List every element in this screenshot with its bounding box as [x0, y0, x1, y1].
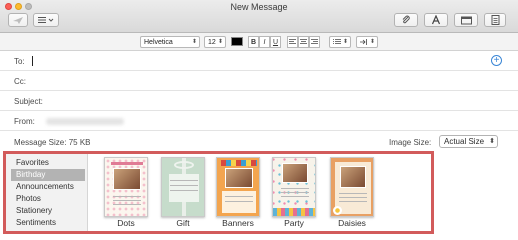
bold-button[interactable]: B [248, 36, 259, 48]
to-field[interactable]: To: + [0, 51, 518, 71]
send-button[interactable] [8, 13, 28, 27]
category-birthday[interactable]: Birthday [11, 169, 85, 181]
text-line [113, 200, 141, 201]
cc-label: Cc: [14, 77, 26, 86]
font-size-value: 12 [208, 38, 216, 46]
text-line [281, 192, 309, 193]
template-photo [282, 163, 308, 183]
template-banners[interactable] [216, 157, 260, 217]
chevron-updown-icon: ⬍ [217, 39, 223, 45]
stationery-button[interactable] [484, 13, 506, 27]
text-line [225, 196, 253, 197]
stationery-icon [491, 15, 499, 25]
stationery-pane: Favorites Birthday Announcements Photos … [3, 151, 434, 234]
template-photo [225, 168, 253, 188]
text-line [170, 185, 198, 186]
from-label: From: [14, 117, 35, 126]
photo-browser-icon [460, 16, 472, 24]
template-label-gift: Gift [176, 218, 190, 228]
banner-flags [221, 160, 257, 166]
image-size-select[interactable]: Actual Size ⬍ [439, 135, 498, 148]
align-left-icon [289, 39, 296, 44]
category-favorites[interactable]: Favorites [11, 157, 85, 169]
subject-field[interactable]: Subject: [0, 91, 518, 111]
text-line [170, 190, 198, 191]
align-center-button[interactable] [298, 36, 309, 48]
indent-icon [360, 39, 367, 45]
message-size-row: Message Size: 75 KB Image Size: Actual S… [0, 133, 518, 151]
template-label-daisies: Daisies [338, 218, 366, 228]
template-label-banners: Banners [222, 218, 254, 228]
gift-card [169, 174, 199, 202]
daisy-flower [333, 206, 342, 215]
photo-browser-button[interactable] [454, 13, 478, 27]
add-contact-button[interactable]: + [491, 55, 502, 66]
category-sentiments[interactable]: Sentiments [11, 217, 85, 229]
attach-button[interactable] [394, 13, 418, 27]
title-bar: New Message [0, 0, 518, 33]
template-label-dots: Dots [117, 218, 135, 228]
format-bar: Helvetica ⬍ 12 ⬍ B I U ⬍ ⬍ [0, 33, 518, 51]
chevron-updown-icon: ⬍ [342, 39, 348, 45]
from-address-redacted [46, 118, 124, 125]
chevron-updown-icon: ⬍ [369, 39, 375, 45]
list-icon [38, 17, 54, 23]
window-title: New Message [230, 2, 288, 12]
align-center-icon [300, 39, 307, 44]
list-style-select[interactable]: ⬍ [329, 36, 351, 48]
paper-plane-icon [13, 16, 23, 24]
align-right-icon [311, 39, 318, 44]
template-label-party: Party [284, 218, 304, 228]
stationery-categories: Favorites Birthday Announcements Photos … [6, 154, 88, 231]
font-size-select[interactable]: 12 ⬍ [204, 36, 226, 48]
header-fields-button[interactable] [33, 13, 59, 27]
paperclip-icon [402, 15, 410, 24]
bullet-list-icon [333, 39, 341, 44]
party-hats-strip [273, 208, 315, 216]
image-size-label: Image Size: [389, 138, 432, 147]
template-party[interactable] [272, 157, 316, 217]
font-family-value: Helvetica [144, 38, 173, 46]
template-dots[interactable] [104, 157, 148, 217]
text-line [281, 188, 309, 189]
text-line [339, 193, 367, 194]
template-daisies[interactable] [330, 157, 374, 217]
text-color-swatch[interactable] [231, 37, 243, 46]
heading-bar [111, 162, 143, 165]
text-line [339, 197, 367, 198]
message-size: Message Size: 75 KB [14, 138, 91, 147]
template-gift[interactable] [161, 157, 205, 217]
text-line [113, 204, 141, 205]
cc-field[interactable]: Cc: [0, 71, 518, 91]
template-photo [113, 168, 141, 190]
text-line [170, 180, 198, 181]
text-caret [32, 56, 33, 66]
align-right-button[interactable] [309, 36, 320, 48]
image-size-value: Actual Size [444, 137, 485, 146]
text-line [339, 201, 367, 202]
from-field[interactable]: From: [0, 111, 518, 131]
gift-bow [174, 161, 194, 169]
indent-select[interactable]: ⬍ [356, 36, 378, 48]
font-family-select[interactable]: Helvetica ⬍ [140, 36, 200, 48]
category-announcements[interactable]: Announcements [11, 181, 85, 193]
underline-button[interactable]: U [270, 36, 281, 48]
subject-label: Subject: [14, 97, 43, 106]
text-line [113, 196, 141, 197]
format-button[interactable] [424, 13, 448, 27]
text-line [281, 196, 309, 197]
chevron-updown-icon: ⬍ [191, 39, 197, 45]
font-a-icon [431, 15, 441, 25]
template-photo [340, 166, 366, 188]
to-label: To: [14, 57, 25, 66]
chevron-updown-icon: ⬍ [489, 138, 495, 145]
banner-card [222, 191, 256, 213]
italic-button[interactable]: I [259, 36, 270, 48]
category-stationery[interactable]: Stationery [11, 205, 85, 217]
text-line [225, 201, 253, 202]
align-left-button[interactable] [287, 36, 298, 48]
category-photos[interactable]: Photos [11, 193, 85, 205]
